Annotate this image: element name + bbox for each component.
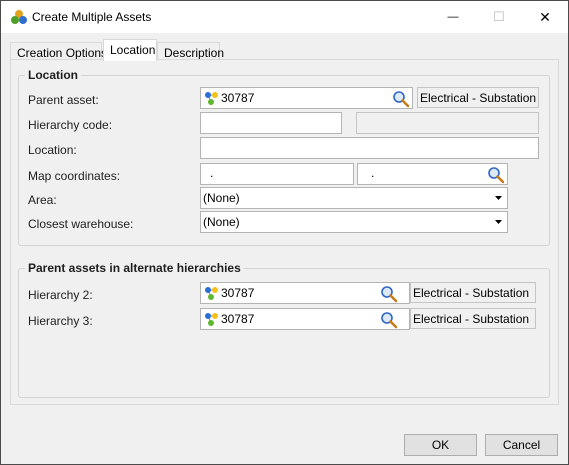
dropdown-arrow-icon[interactable] [491, 190, 505, 206]
hierarchy-2-field[interactable]: 30787 [200, 282, 410, 304]
cancel-button[interactable]: Cancel [485, 434, 558, 456]
asset-node-icon [205, 287, 218, 300]
alternate-hierarchies-group-title: Parent assets in alternate hierarchies [25, 261, 244, 275]
dropdown-arrow-icon[interactable] [491, 214, 505, 230]
tab-label: Creation Options [17, 46, 108, 60]
dialog-window: Create Multiple Assets — ☐ ✕ Creation Op… [0, 0, 569, 465]
hierarchy-2-value: 30787 [221, 286, 255, 300]
tab-label: Description [164, 46, 225, 60]
hierarchy-3-type-value: Electrical - Substation [413, 312, 530, 326]
tab-panel-location: Location Parent asset: 30787 Electrical … [10, 59, 559, 405]
ok-button-label: OK [431, 438, 450, 452]
location-label: Location: [28, 143, 77, 157]
map-coordinate-x-value: . [210, 166, 214, 180]
minimize-button[interactable]: — [430, 1, 476, 33]
closest-warehouse-value: (None) [203, 215, 240, 229]
area-label: Area: [28, 193, 57, 207]
parent-asset-field[interactable]: 30787 [200, 87, 413, 109]
title-bar: Create Multiple Assets — ☐ ✕ [1, 1, 568, 33]
map-coordinate-x-input[interactable]: . [200, 163, 354, 185]
magnifier-icon[interactable] [487, 166, 505, 184]
closest-warehouse-select[interactable]: (None) [200, 211, 508, 233]
hierarchy-3-label: Hierarchy 3: [28, 314, 93, 328]
magnifier-icon[interactable] [380, 311, 398, 329]
area-select[interactable]: (None) [200, 187, 508, 209]
tab-location[interactable]: Location [103, 39, 157, 61]
magnifier-icon[interactable] [380, 285, 398, 303]
hierarchy-3-field[interactable]: 30787 [200, 308, 410, 330]
location-input[interactable] [200, 137, 539, 159]
ok-button[interactable]: OK [404, 434, 477, 456]
tab-label: Location [110, 43, 156, 57]
asset-node-icon [205, 313, 218, 326]
close-icon: ✕ [539, 8, 551, 25]
map-coordinate-y-input[interactable]: . [357, 163, 508, 185]
maximize-icon: ☐ [493, 9, 505, 24]
hierarchy-2-label: Hierarchy 2: [28, 288, 93, 302]
parent-asset-type: Electrical - Substation [417, 87, 539, 108]
hierarchy-code-label: Hierarchy code: [28, 118, 113, 132]
location-group-title: Location [25, 68, 81, 82]
window-title: Create Multiple Assets [32, 10, 152, 24]
hierarchy-2-type-value: Electrical - Substation [413, 286, 530, 300]
hierarchy-3-type: Electrical - Substation [410, 308, 536, 329]
parent-asset-label: Parent asset: [28, 93, 99, 107]
closest-warehouse-label: Closest warehouse: [28, 217, 134, 231]
hierarchy-code-input[interactable] [200, 112, 342, 134]
parent-asset-value: 30787 [221, 91, 255, 105]
parent-asset-type-value: Electrical - Substation [420, 91, 537, 105]
minimize-icon: — [447, 11, 459, 23]
map-coordinate-y-value: . [371, 166, 375, 180]
area-value: (None) [203, 191, 240, 205]
hierarchy-3-value: 30787 [221, 312, 255, 326]
hierarchy-2-type: Electrical - Substation [410, 282, 536, 303]
maximize-button[interactable]: ☐ [476, 1, 522, 33]
hierarchy-code-readonly [356, 112, 539, 134]
asset-node-icon [205, 92, 218, 105]
assets-cluster-icon [11, 10, 27, 24]
magnifier-icon[interactable] [392, 90, 410, 108]
cancel-button-label: Cancel [502, 438, 541, 452]
map-coordinates-label: Map coordinates: [28, 169, 121, 183]
close-button[interactable]: ✕ [522, 1, 568, 33]
